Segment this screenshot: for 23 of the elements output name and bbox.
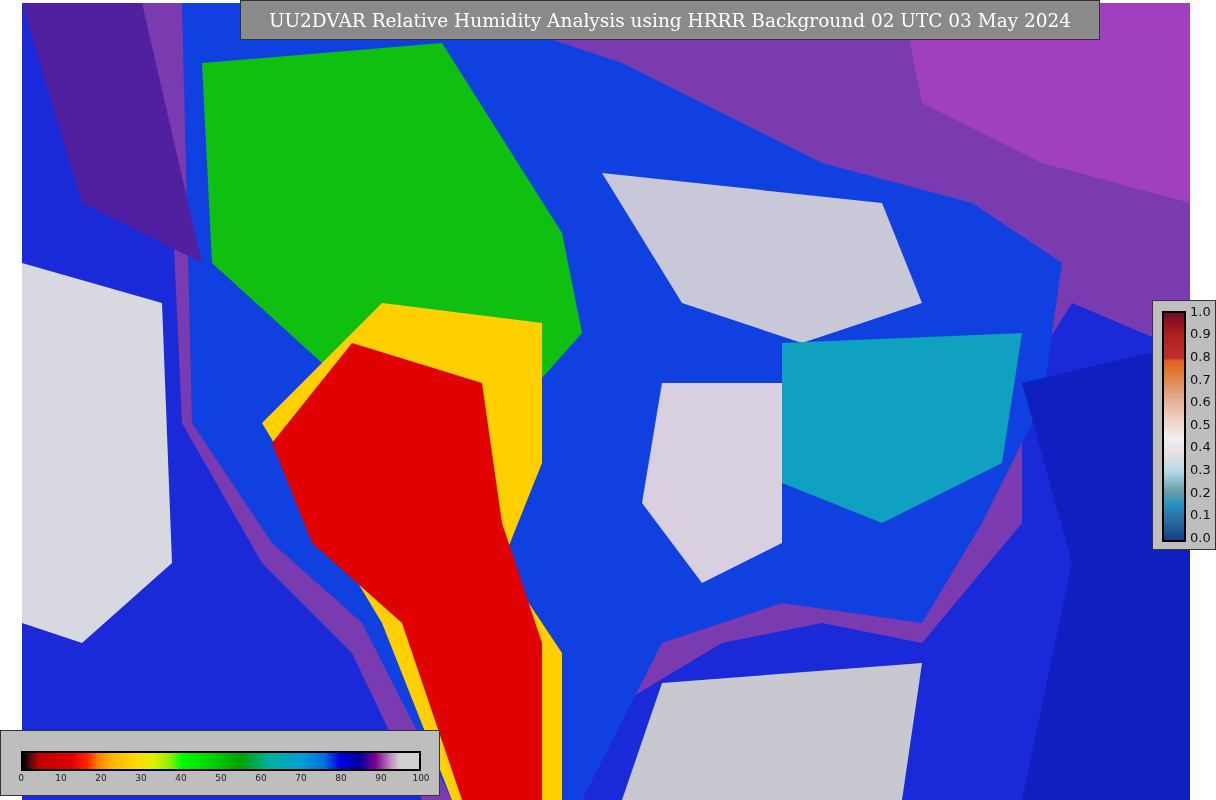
tick-label: 0.3 (1190, 460, 1211, 479)
tick-label: 60 (254, 773, 268, 783)
tick-label: 0.0 (1190, 528, 1211, 547)
tick-label: 30 (134, 773, 148, 783)
tick-label: 0.1 (1190, 506, 1211, 525)
tick-label: 100 (411, 773, 431, 783)
tick-label: 0 (17, 773, 25, 783)
map-title: UU2DVAR Relative Humidity Analysis using HRRR Background 02 UTC 03 May 2024 (240, 0, 1100, 40)
tick-label: 40 (174, 773, 188, 783)
tick-label: 1.0 (1190, 302, 1211, 321)
tick-label: 0.2 (1190, 483, 1211, 502)
tick-label: 0.8 (1190, 348, 1211, 366)
tick-label: 50 (214, 773, 228, 783)
tick-label: 10 (54, 773, 68, 783)
tick-label: 0.9 (1190, 325, 1211, 344)
tick-label: 0.6 (1190, 393, 1211, 412)
tick-label: 70 (294, 773, 308, 783)
tick-label: 20 (94, 773, 108, 783)
tick-label: 90 (374, 773, 388, 783)
tick-label: 0.5 (1190, 415, 1211, 434)
tick-label: 0.7 (1190, 370, 1211, 389)
tick-label: 0.4 (1190, 438, 1211, 457)
tick-label: 80 (334, 773, 348, 783)
